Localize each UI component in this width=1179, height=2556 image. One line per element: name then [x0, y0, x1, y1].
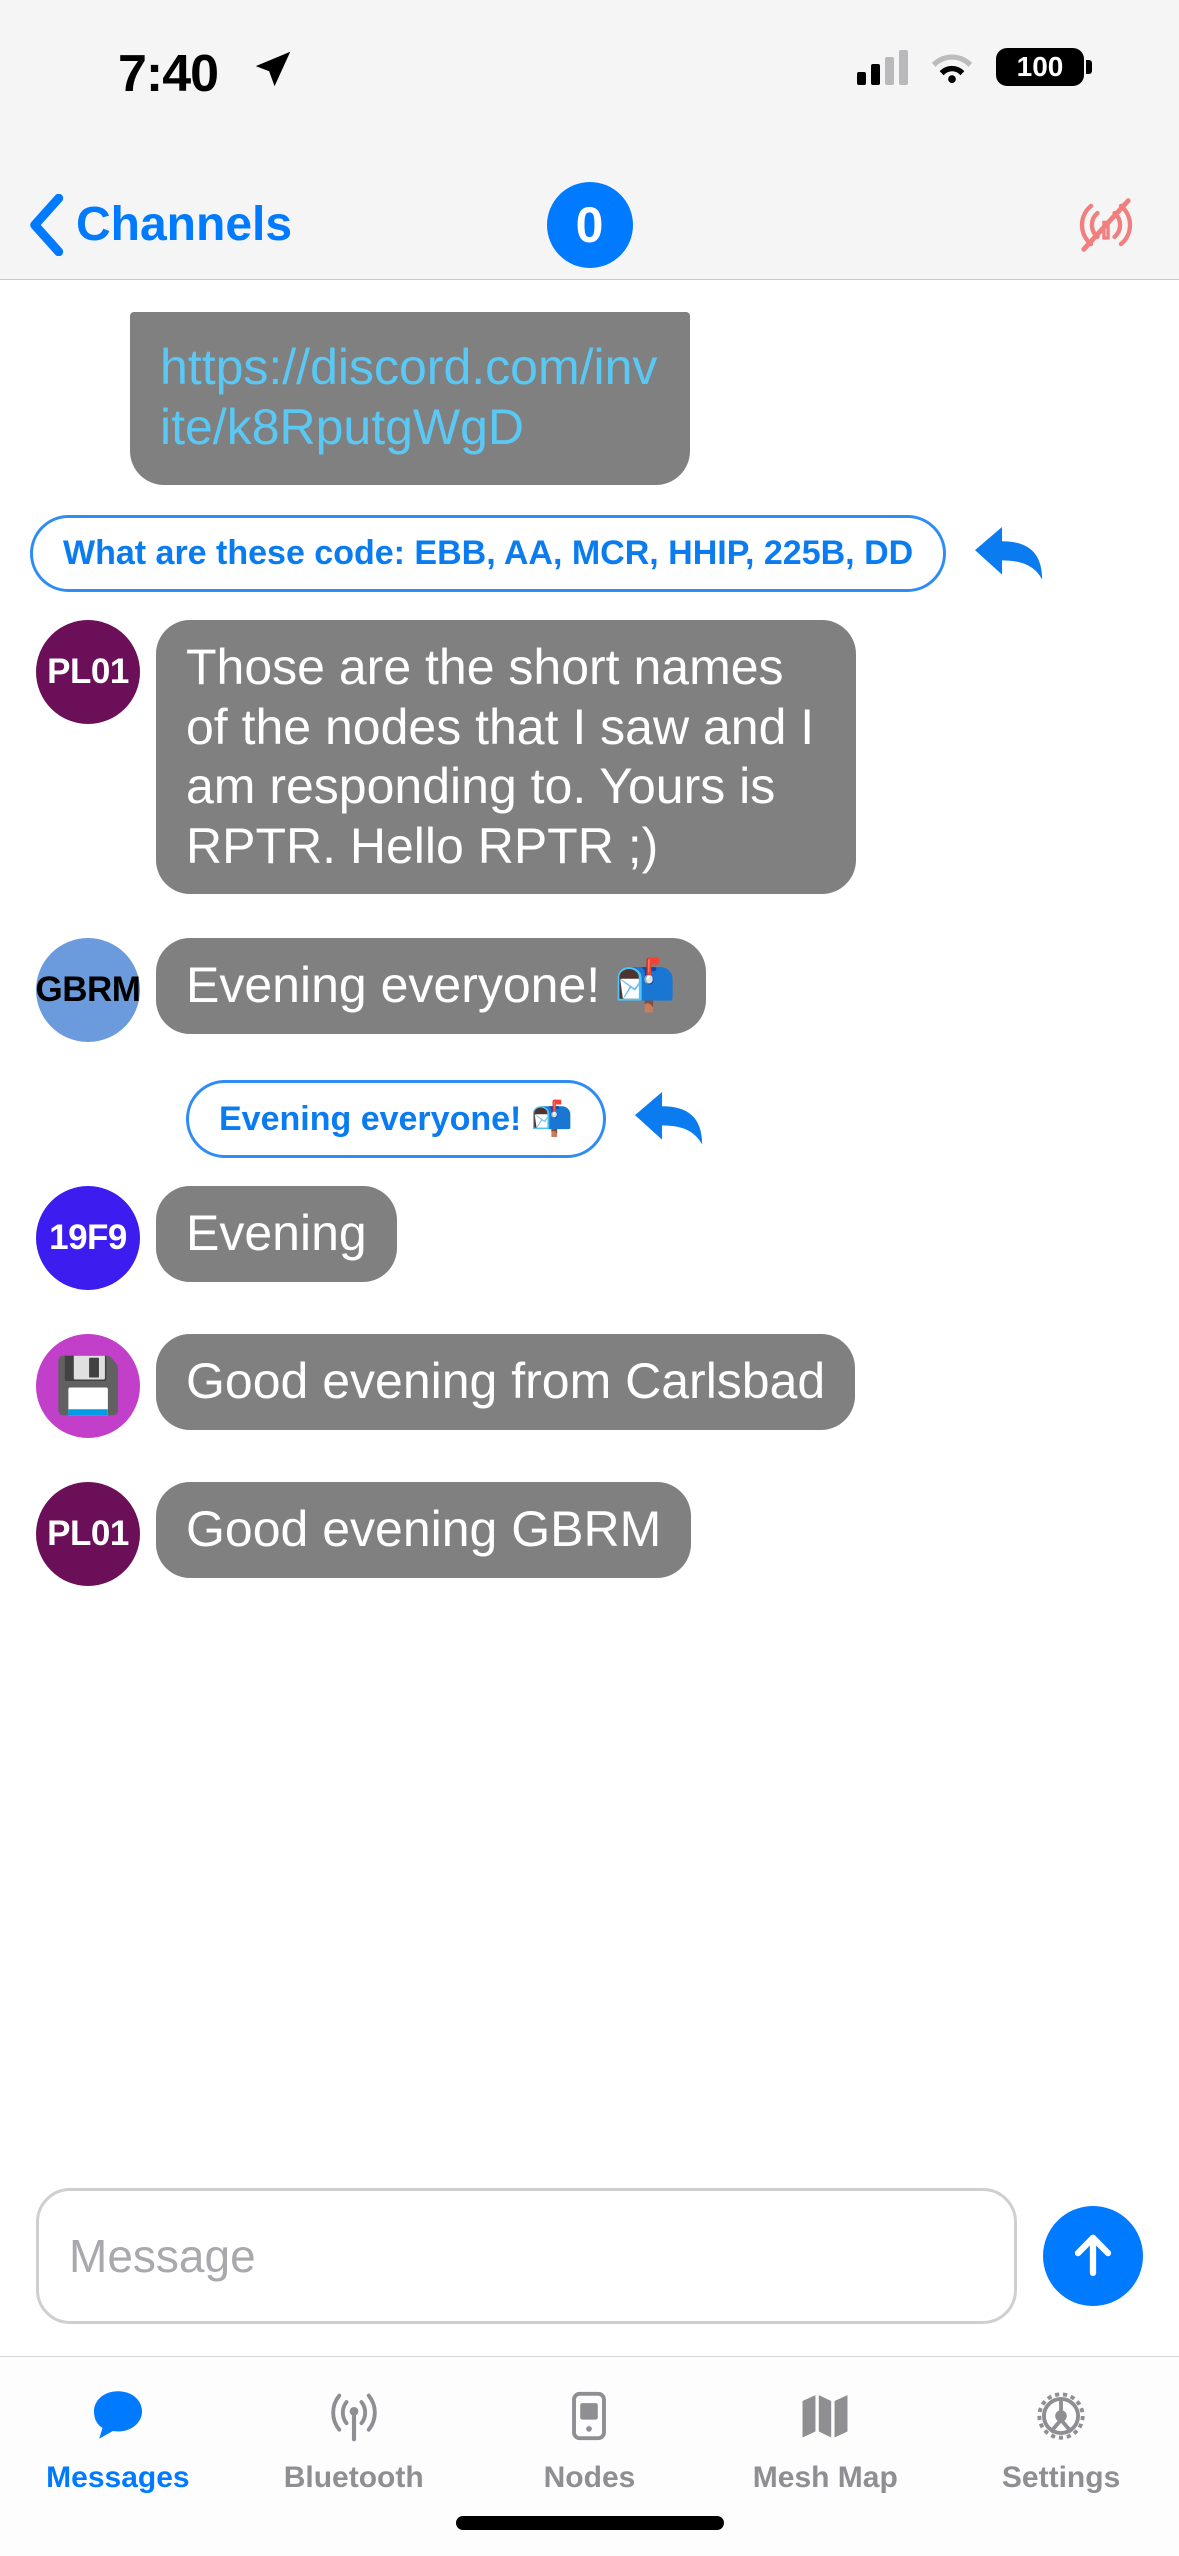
cellular-bars-icon — [857, 49, 908, 85]
avatar[interactable]: 💾 — [36, 1334, 140, 1438]
arrow-up-icon — [1074, 2234, 1112, 2277]
mobile-phone-icon — [558, 2383, 620, 2449]
app-screen: 7:40 100 Channels 0 https://discord.com/… — [0, 0, 1179, 2556]
tab-label: Mesh Map — [752, 2461, 898, 2494]
message-row-outgoing: Evening everyone! 📬 — [186, 1080, 1143, 1158]
chevron-left-icon — [30, 193, 64, 256]
reply-arrow-icon[interactable] — [968, 519, 1052, 589]
home-indicator — [455, 2516, 724, 2530]
message-row: https://discord.com/invite/k8RputgWgD — [130, 312, 1143, 485]
message-bubble-outgoing[interactable]: Evening everyone! 📬 — [186, 1080, 607, 1158]
message-bubble[interactable]: Evening — [156, 1186, 397, 1282]
folded-map-icon — [794, 2383, 856, 2449]
back-button[interactable]: Channels — [28, 193, 293, 256]
battery-indicator: 100 — [996, 48, 1092, 86]
status-bar-indicators: 100 — [857, 48, 1092, 86]
tab-settings[interactable]: Settings — [943, 2383, 1179, 2495]
send-button[interactable] — [1043, 2206, 1143, 2306]
message-bubble[interactable]: Those are the short names of the nodes t… — [156, 620, 856, 894]
message-input[interactable] — [36, 2188, 1017, 2324]
wifi-icon — [931, 54, 973, 83]
tab-bluetooth[interactable]: Bluetooth — [236, 2383, 472, 2495]
antenna-signal-icon — [323, 2383, 385, 2449]
avatar[interactable]: 19F9 — [36, 1186, 140, 1290]
message-row: 💾 Good evening from Carlsbad — [36, 1334, 1143, 1438]
message-bubble[interactable]: Evening everyone! 📬 — [156, 938, 707, 1034]
message-list[interactable]: https://discord.com/invite/k8RputgWgD Wh… — [0, 280, 1179, 2156]
message-composer — [0, 2156, 1179, 2356]
back-button-label: Channels — [76, 198, 293, 251]
message-bubble-outgoing[interactable]: What are these code: EBB, AA, MCR, HHIP,… — [30, 515, 947, 592]
tab-label: Bluetooth — [283, 2461, 424, 2494]
message-row-outgoing: What are these code: EBB, AA, MCR, HHIP,… — [30, 515, 1143, 592]
tab-mesh-map[interactable]: Mesh Map — [707, 2383, 943, 2495]
location-arrow-icon — [255, 51, 291, 87]
tab-nodes[interactable]: Nodes — [472, 2383, 708, 2495]
status-bar-time: 7:40 — [118, 45, 219, 103]
chat-bubble-icon — [87, 2383, 149, 2449]
message-row: 19F9 Evening — [36, 1186, 1143, 1290]
message-bubble[interactable]: Good evening from Carlsbad — [156, 1334, 856, 1430]
message-row: PL01 Those are the short names of the no… — [36, 620, 1143, 894]
no-signal-icon[interactable] — [1075, 194, 1137, 256]
gear-icon — [1030, 2383, 1092, 2449]
tab-label: Settings — [1001, 2461, 1121, 2494]
message-row: PL01 Good evening GBRM — [36, 1482, 1143, 1586]
tab-messages[interactable]: Messages — [0, 2383, 236, 2495]
message-bubble-link[interactable]: https://discord.com/invite/k8RputgWgD — [130, 312, 690, 485]
message-bubble[interactable]: Good evening GBRM — [156, 1482, 692, 1578]
avatar[interactable]: PL01 — [36, 1482, 140, 1586]
channel-badge[interactable]: 0 — [546, 181, 633, 268]
avatar[interactable]: PL01 — [36, 620, 140, 724]
reply-arrow-icon[interactable] — [628, 1084, 712, 1154]
message-row: GBRM Evening everyone! 📬 — [36, 938, 1143, 1042]
avatar[interactable]: GBRM — [36, 938, 141, 1042]
tab-label: Messages — [46, 2461, 190, 2494]
tab-label: Nodes — [543, 2461, 636, 2494]
status-bar: 7:40 100 — [0, 0, 1179, 170]
navigation-bar: Channels 0 — [0, 170, 1179, 280]
